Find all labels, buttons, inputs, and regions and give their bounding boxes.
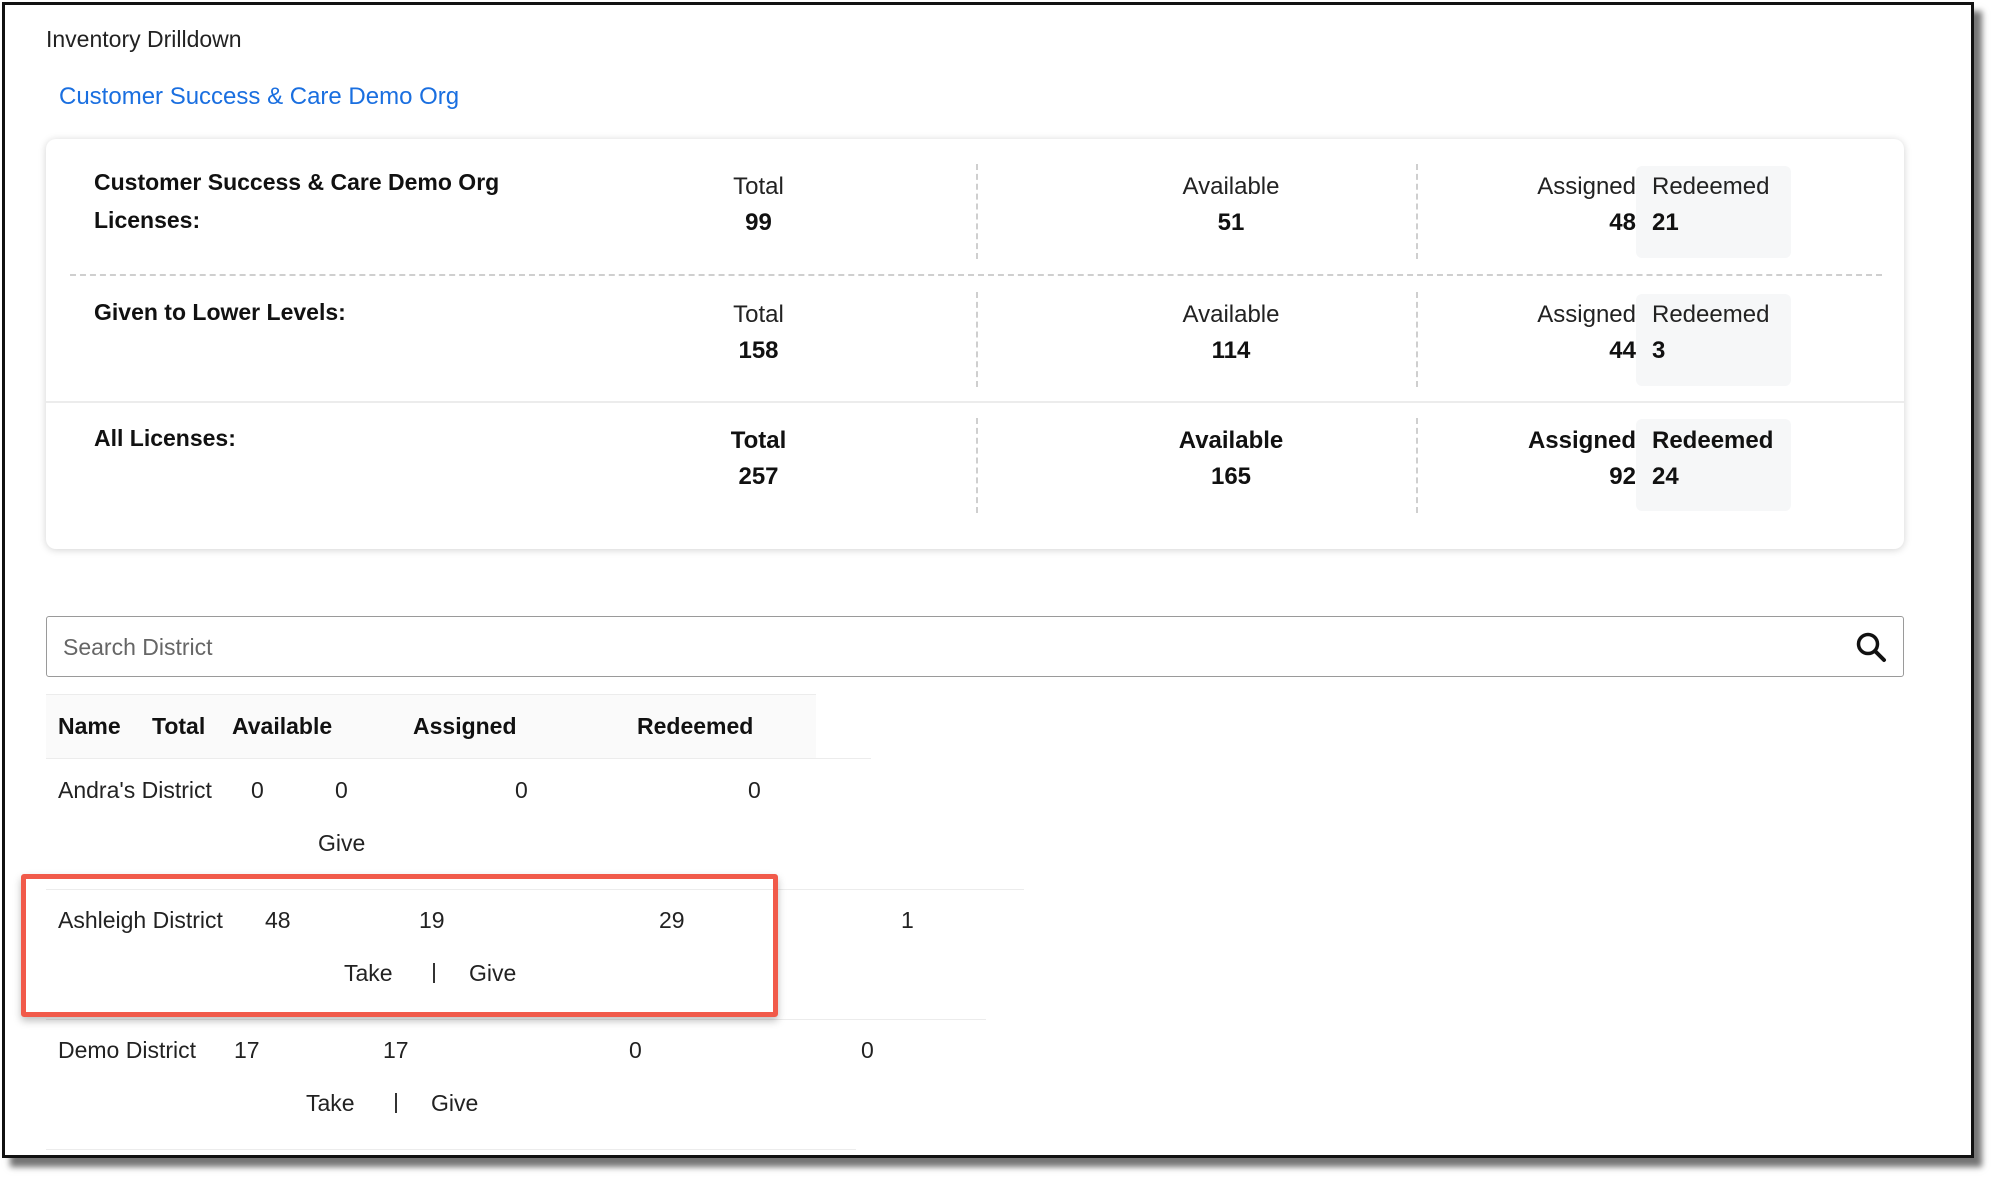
column-header-assigned[interactable]: Assigned [413, 713, 517, 740]
column-divider [1416, 418, 1418, 513]
page-title: Inventory Drilldown [46, 26, 242, 52]
search-icon[interactable] [1855, 631, 1887, 663]
stat-value: 114 [1211, 337, 1251, 364]
stat-value: 257 [738, 463, 779, 490]
annotation-highlight-box [21, 874, 778, 1017]
stat-label: Total [733, 301, 784, 328]
action-separator [395, 1093, 397, 1113]
stat-label: Total [730, 427, 787, 454]
summary-all-assigned: Assigned 92 [1476, 423, 1636, 495]
stat-label: Available [1182, 301, 1280, 328]
summary-all-total: Total 257 [686, 423, 831, 495]
column-divider [976, 164, 978, 259]
stat-value: 48 [1609, 209, 1636, 236]
stat-value: 24 [1652, 463, 1679, 490]
column-divider [1416, 292, 1418, 387]
summary-row-label-line2: Licenses: [94, 207, 201, 233]
stat-value: 158 [738, 337, 779, 364]
take-button[interactable]: Take [306, 1090, 355, 1117]
stat-label: Total [733, 173, 784, 200]
summary-org-assigned: Assigned 48 [1476, 169, 1636, 241]
summary-org-redeemed: Redeemed 21 [1652, 169, 1792, 241]
district-redeemed: 0 [861, 1037, 874, 1063]
stat-label: Redeemed [1652, 173, 1770, 200]
district-assigned: 0 [515, 777, 528, 803]
stat-label: Assigned [1537, 301, 1636, 328]
summary-row-all-label: All Licenses: [94, 425, 236, 451]
summary-org-available: Available 51 [1151, 169, 1311, 241]
district-name: Andra's District [58, 777, 212, 803]
stat-label: Available [1182, 173, 1280, 200]
column-header-available[interactable]: Available [232, 713, 332, 740]
row-divider [46, 1019, 986, 1020]
district-assigned: 0 [629, 1037, 642, 1063]
license-summary-card: Customer Success & Care Demo Org License… [46, 139, 1904, 549]
stat-value: 51 [1217, 209, 1245, 236]
summary-row-lower-levels-label: Given to Lower Levels: [94, 299, 346, 325]
summary-lower-redeemed: Redeemed 3 [1652, 297, 1792, 369]
district-available: 17 [383, 1037, 409, 1063]
summary-lower-available: Available 114 [1151, 297, 1311, 369]
stat-value: 21 [1652, 209, 1679, 236]
summary-all-redeemed: Redeemed 24 [1652, 423, 1792, 495]
column-header-total[interactable]: Total [152, 713, 205, 740]
search-district-input[interactable] [61, 617, 1825, 677]
row-divider [70, 274, 1882, 276]
stat-value: 99 [745, 209, 772, 236]
district-total: 0 [251, 777, 264, 803]
district-redeemed: 0 [748, 777, 761, 803]
stat-value: 44 [1609, 337, 1636, 364]
summary-all-available: Available 165 [1151, 423, 1311, 495]
table-header-border [46, 758, 871, 759]
stat-label: Redeemed [1652, 427, 1774, 454]
search-district-box [46, 616, 1904, 677]
district-available: 0 [335, 777, 348, 803]
stat-label: Redeemed [1652, 301, 1770, 328]
summary-lower-assigned: Assigned 44 [1476, 297, 1636, 369]
district-redeemed: 1 [901, 907, 914, 933]
stat-value: 92 [1609, 463, 1636, 490]
summary-lower-total: Total 158 [686, 297, 831, 369]
column-header-redeemed[interactable]: Redeemed [637, 713, 753, 740]
column-divider [976, 418, 978, 513]
stat-value: 165 [1210, 463, 1252, 490]
stat-label: Assigned [1527, 427, 1636, 454]
summary-row-label-line1: Customer Success & Care Demo Org [94, 169, 500, 195]
column-divider [976, 292, 978, 387]
row-divider [46, 1149, 856, 1150]
summary-org-total: Total 99 [686, 169, 831, 241]
stat-label: Assigned [1537, 173, 1636, 200]
district-name: Demo District [58, 1037, 197, 1063]
org-breadcrumb-link[interactable]: Customer Success & Care Demo Org [59, 83, 459, 111]
column-header-name[interactable]: Name [58, 713, 121, 740]
column-divider [1416, 164, 1418, 259]
give-button[interactable]: Give [318, 830, 365, 857]
district-total: 17 [234, 1037, 260, 1063]
app-window: Inventory Drilldown Customer Success & C… [2, 2, 1974, 1158]
stat-label: Available [1178, 427, 1284, 454]
stat-value: 3 [1652, 337, 1666, 364]
give-button[interactable]: Give [431, 1090, 478, 1117]
row-divider [46, 401, 1904, 403]
summary-row-org-label: Customer Success & Care Demo Org License… [94, 163, 499, 239]
